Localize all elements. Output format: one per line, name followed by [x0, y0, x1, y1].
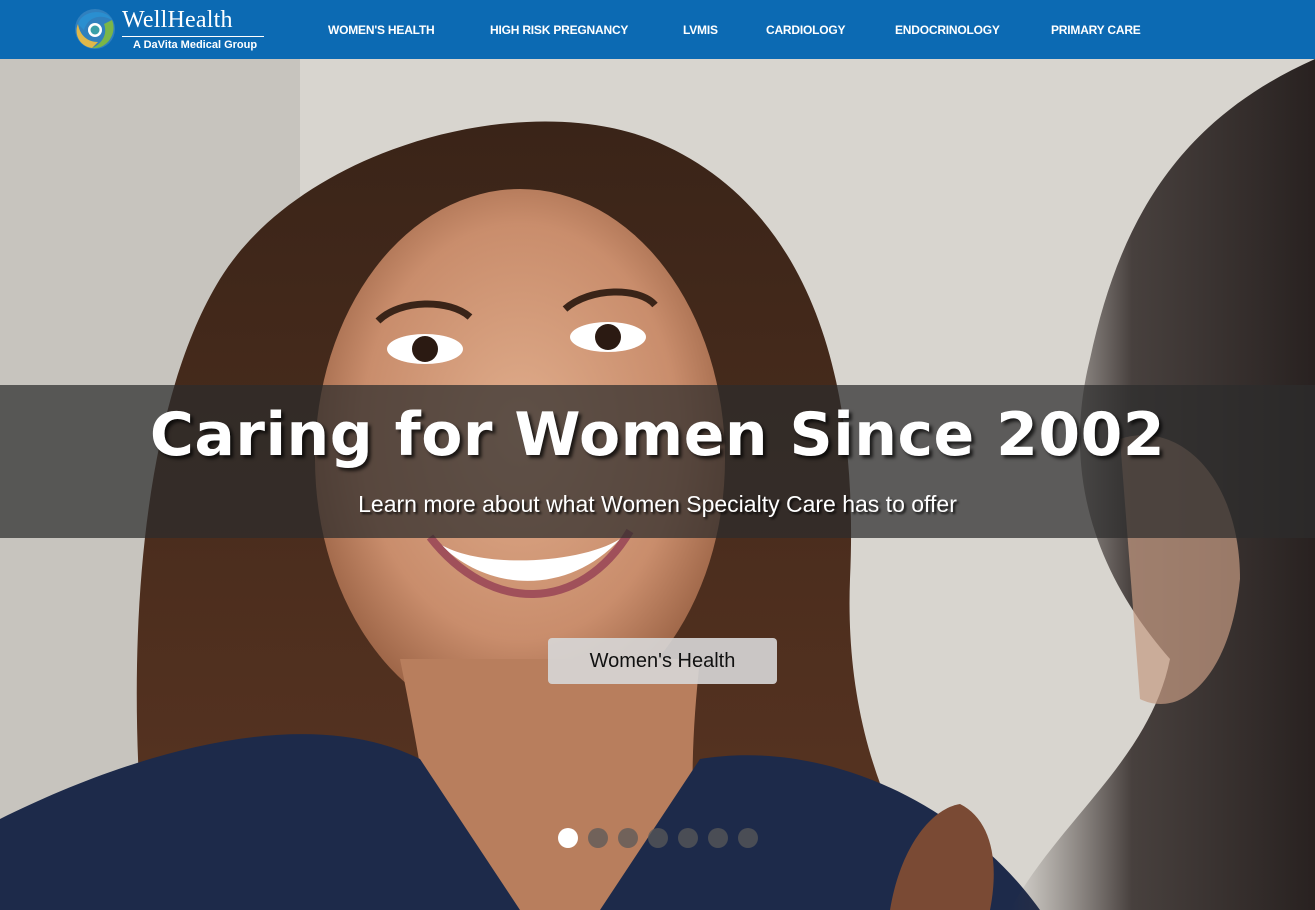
- carousel-dot-3[interactable]: [618, 828, 638, 848]
- carousel-dot-7[interactable]: [738, 828, 758, 848]
- nav-item-lvmis[interactable]: LVMIS: [683, 21, 718, 39]
- carousel-dot-2[interactable]: [588, 828, 608, 848]
- carousel-dot-6[interactable]: [708, 828, 728, 848]
- hero-subtitle: Learn more about what Women Specialty Ca…: [358, 491, 957, 517]
- nav-item-endocrinology[interactable]: ENDOCRINOLOGY: [895, 21, 1000, 39]
- logo-tagline: A DaVita Medical Group: [133, 39, 258, 51]
- carousel-pagination: [558, 828, 758, 848]
- hero-carousel: Caring for Women Since 2002 Learn more a…: [0, 59, 1315, 910]
- carousel-dot-1[interactable]: [558, 828, 578, 848]
- top-navigation-bar: WellHealth A DaVita Medical Group WOMEN'…: [0, 0, 1315, 59]
- wellhealth-logo[interactable]: WellHealth A DaVita Medical Group: [72, 6, 267, 52]
- carousel-dot-5[interactable]: [678, 828, 698, 848]
- womens-health-button[interactable]: Women's Health: [548, 638, 777, 684]
- nav-item-primary-care[interactable]: PRIMARY CARE: [1051, 21, 1141, 39]
- nav-item-womens-health[interactable]: WOMEN'S HEALTH: [328, 21, 435, 39]
- nav-item-high-risk-pregnancy[interactable]: HIGH RISK PREGNANCY: [490, 21, 628, 39]
- carousel-dot-4[interactable]: [648, 828, 668, 848]
- nav-item-cardiology[interactable]: CARDIOLOGY: [766, 21, 846, 39]
- hero-title: Caring for Women Since 2002: [149, 400, 1166, 470]
- logo-wordmark: WellHealth: [122, 7, 233, 33]
- wellhealth-emblem-icon: [75, 9, 115, 49]
- logo-divider: [122, 36, 264, 37]
